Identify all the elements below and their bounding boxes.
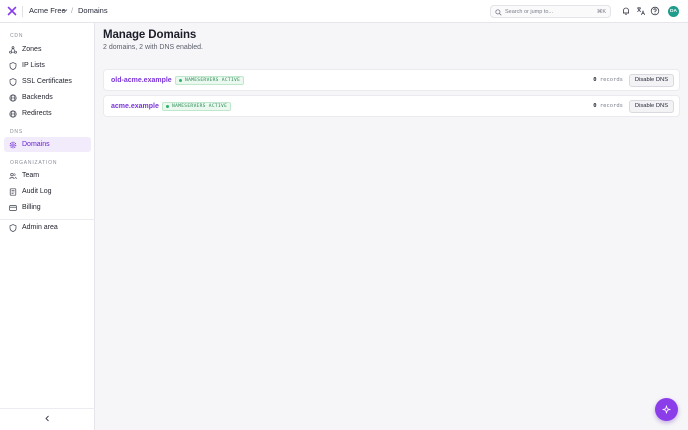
sidebar-item-ip-lists[interactable]: IP Lists: [4, 58, 91, 73]
avatar[interactable]: DA: [668, 6, 679, 17]
globe-icon: [9, 93, 17, 102]
page-title: Manage Domains: [103, 29, 197, 41]
chevron-down-icon[interactable]: [62, 8, 68, 13]
status-badge-label: NAMESERVERS ACTIVE: [185, 77, 241, 83]
sidebar-item-label: Backends: [22, 94, 53, 101]
records-count: 0 records: [593, 102, 623, 111]
sidebar-item-domains[interactable]: Domains: [4, 137, 91, 152]
app-logo-icon[interactable]: [7, 6, 17, 16]
domain-row: old-acme.example NAMESERVERS ACTIVE 0 re…: [103, 69, 680, 91]
domain-link[interactable]: old-acme.example: [111, 76, 172, 85]
sidebar: CDN Zones IP Lists SSL Certificates Back…: [0, 23, 95, 430]
sidebar-item-label: SSL Certificates: [22, 78, 72, 85]
domain-row: acme.example NAMESERVERS ACTIVE 0 record…: [103, 95, 680, 117]
shield-icon: [9, 61, 17, 70]
section-label-cdn: CDN: [10, 33, 24, 39]
status-badge: NAMESERVERS ACTIVE: [175, 75, 245, 85]
search-placeholder: Search or jump to...: [505, 9, 553, 15]
shield-icon: [9, 223, 17, 232]
disable-dns-button[interactable]: Disable DNS: [629, 73, 674, 87]
sidebar-item-redirects[interactable]: Redirects: [4, 106, 91, 121]
section-label-organization: ORGANIZATION: [10, 160, 58, 166]
zones-icon: [9, 45, 17, 54]
sidebar-item-label: IP Lists: [22, 62, 45, 69]
status-dot: [179, 79, 182, 83]
shield-icon: [9, 77, 17, 86]
records-count-value: 0: [593, 103, 597, 109]
sidebar-item-label: Zones: [22, 46, 42, 53]
sidebar-item-audit-log[interactable]: Audit Log: [4, 184, 91, 199]
divider: [22, 6, 23, 17]
globe-icon: [9, 109, 17, 118]
status-dot: [166, 105, 169, 109]
page-subtitle: 2 domains, 2 with DNS enabled.: [103, 44, 203, 51]
breadcrumb: Domains: [78, 6, 108, 15]
sidebar-item-backends[interactable]: Backends: [4, 90, 91, 105]
breadcrumb-separator: /: [71, 6, 74, 15]
bell-icon[interactable]: [621, 6, 631, 16]
sidebar-item-admin-area[interactable]: Admin area: [4, 220, 91, 235]
domain-link[interactable]: acme.example: [111, 102, 159, 111]
users-icon: [9, 172, 17, 179]
sidebar-item-label: Audit Log: [22, 188, 52, 195]
translate-icon[interactable]: [636, 6, 646, 16]
search-shortcut: ⌘K: [596, 9, 606, 15]
sidebar-item-zones[interactable]: Zones: [4, 42, 91, 57]
records-count-label: records: [599, 103, 623, 109]
org-switcher[interactable]: Acme Free: [29, 6, 66, 16]
sidebar-item-label: Team: [22, 172, 40, 179]
sidebar-item-label: Admin area: [22, 224, 58, 231]
help-icon[interactable]: [650, 6, 660, 16]
card-icon: [9, 204, 17, 211]
search-icon: [495, 8, 502, 16]
sidebar-item-team[interactable]: Team: [4, 168, 91, 183]
disable-dns-button[interactable]: Disable DNS: [629, 99, 674, 113]
status-badge: NAMESERVERS ACTIVE: [162, 101, 232, 111]
top-bar: Acme Free / Domains Search or jump to...…: [0, 0, 688, 23]
sidebar-item-billing[interactable]: Billing: [4, 200, 91, 215]
log-icon: [9, 187, 17, 196]
quick-action-button[interactable]: [655, 398, 678, 421]
sidebar-item-label: Domains: [22, 141, 50, 148]
sidebar-item-ssl-certificates[interactable]: SSL Certificates: [4, 74, 91, 89]
sidebar-item-label: Redirects: [22, 110, 52, 117]
search-input[interactable]: Search or jump to... ⌘K: [490, 5, 611, 18]
records-count: 0 records: [593, 76, 623, 85]
records-count-value: 0: [593, 77, 597, 83]
sidebar-item-label: Billing: [22, 204, 41, 211]
chevron-left-icon[interactable]: [44, 415, 51, 422]
section-label-dns: DNS: [10, 129, 23, 135]
sidebar-divider: [0, 408, 95, 409]
sparkle-icon: [662, 405, 671, 414]
records-count-label: records: [599, 77, 623, 83]
gear-icon: [9, 141, 17, 148]
status-badge-label: NAMESERVERS ACTIVE: [172, 103, 228, 109]
